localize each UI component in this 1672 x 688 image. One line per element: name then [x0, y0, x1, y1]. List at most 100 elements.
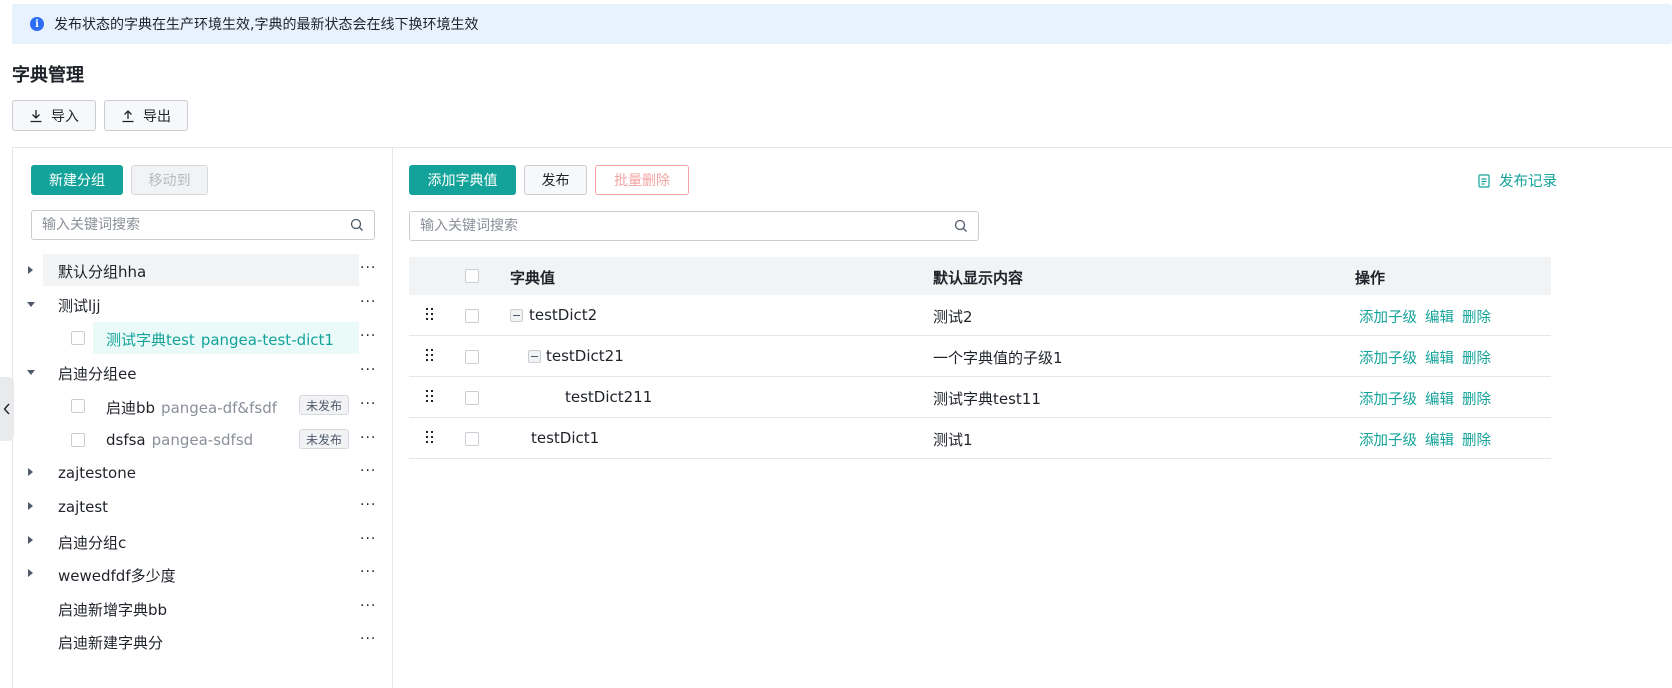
more-icon[interactable]: ··· [360, 260, 376, 276]
more-icon[interactable]: ··· [360, 294, 376, 310]
more-icon[interactable]: ··· [360, 497, 376, 513]
dictionary-frame: 新建分组 移动到 默认分组hha ··· 测试ljj ··· 测试字典test p… [12, 147, 1672, 688]
collapse-icon[interactable] [510, 309, 523, 322]
row-actions: 添加子级 编辑 删除 [1359, 429, 1491, 450]
dict-value: testDict211 [565, 388, 653, 406]
caret-down-icon[interactable] [27, 370, 35, 375]
dict-value: testDict21 [546, 347, 624, 365]
move-to-button[interactable]: 移动到 [131, 165, 208, 195]
display-content: 测试字典test11 [933, 390, 1041, 408]
delete-link[interactable]: 删除 [1462, 306, 1491, 327]
group-panel: 新建分组 移动到 默认分组hha ··· 测试ljj ··· 测试字典test p… [13, 148, 393, 688]
tree-group-label[interactable]: 启迪分组c [58, 532, 126, 553]
tree-dict-label: 测试字典test [106, 331, 195, 349]
row-checkbox[interactable] [465, 309, 479, 323]
value-search-input[interactable] [420, 218, 954, 234]
new-group-button[interactable]: 新建分组 [31, 165, 123, 195]
drag-handle-icon[interactable] [426, 308, 434, 322]
tree-dict-key: pangea-test-dict1 [200, 331, 334, 349]
collapse-icon[interactable] [528, 350, 541, 363]
tree-item-checkbox[interactable] [71, 331, 85, 345]
tree-group-label[interactable]: zajtest [58, 498, 108, 516]
tree-group-label[interactable]: 启迪分组ee [58, 363, 136, 384]
publish-log-link[interactable]: 发布记录 [1477, 170, 1557, 191]
more-icon[interactable]: ··· [360, 531, 376, 547]
tree-item-checkbox[interactable] [71, 399, 85, 413]
caret-right-icon[interactable] [28, 536, 33, 544]
edit-link[interactable]: 编辑 [1425, 306, 1454, 327]
add-child-link[interactable]: 添加子级 [1359, 429, 1417, 450]
publish-log-label: 发布记录 [1499, 174, 1557, 190]
group-search-input[interactable] [42, 217, 350, 233]
tree-group-label[interactable]: 启迪新增字典bb [58, 599, 167, 620]
more-icon[interactable]: ··· [360, 463, 376, 479]
drag-handle-icon[interactable] [426, 431, 434, 445]
edit-link[interactable]: 编辑 [1425, 388, 1454, 409]
page-title: 字典管理 [12, 65, 84, 86]
tree-dict-key: pangea-sdfsd [151, 431, 254, 449]
group-search-box[interactable] [31, 210, 375, 240]
row-checkbox[interactable] [465, 432, 479, 446]
column-header-ops: 操作 [1355, 269, 1386, 287]
drag-handle-icon[interactable] [426, 390, 434, 404]
tree-group-label[interactable]: wewedfdf多少度 [58, 565, 176, 586]
row-actions: 添加子级 编辑 删除 [1359, 347, 1491, 368]
display-content: 测试2 [933, 308, 973, 326]
tree-group-label[interactable]: zajtestone [58, 464, 136, 482]
more-icon[interactable]: ··· [360, 564, 376, 580]
delete-link[interactable]: 删除 [1462, 429, 1491, 450]
sidebar-collapse-tab[interactable] [0, 377, 14, 441]
caret-right-icon[interactable] [28, 266, 33, 274]
more-icon[interactable]: ··· [360, 631, 376, 647]
tree-group-label[interactable]: 默认分组hha [58, 261, 146, 282]
add-value-button[interactable]: 添加字典值 [409, 165, 516, 195]
caret-right-icon[interactable] [28, 569, 33, 577]
tree-group-label[interactable]: 测试ljj [58, 295, 101, 316]
row-actions: 添加子级 编辑 删除 [1359, 388, 1491, 409]
column-header-value: 字典值 [510, 269, 556, 287]
search-icon[interactable] [350, 218, 364, 232]
delete-link[interactable]: 删除 [1462, 388, 1491, 409]
edit-link[interactable]: 编辑 [1425, 429, 1454, 450]
add-child-link[interactable]: 添加子级 [1359, 306, 1417, 327]
tree-dict-item[interactable]: 启迪bb pangea-df&fsdf [106, 397, 277, 418]
column-header-display: 默认显示内容 [933, 269, 1024, 287]
add-child-link[interactable]: 添加子级 [1359, 347, 1417, 368]
table-row: testDict1 测试1 添加子级 编辑 删除 [409, 418, 1551, 459]
batch-delete-button[interactable]: 批量删除 [595, 165, 689, 195]
publish-button[interactable]: 发布 [524, 165, 587, 195]
chevron-left-icon [3, 403, 10, 415]
notice-text: 发布状态的字典在生产环境生效,字典的最新状态会在线下换环境生效 [54, 17, 479, 33]
tree-item-checkbox[interactable] [71, 433, 85, 447]
dict-value: testDict2 [529, 306, 598, 324]
row-checkbox[interactable] [465, 350, 479, 364]
more-icon[interactable]: ··· [360, 328, 376, 344]
row-actions: 添加子级 编辑 删除 [1359, 306, 1491, 327]
dict-values-panel: 添加字典值 发布 批量删除 发布记录 字典值 默认显示内容 操作 testDic… [393, 148, 1672, 688]
row-checkbox[interactable] [465, 391, 479, 405]
import-button[interactable]: 导入 [12, 100, 96, 131]
edit-link[interactable]: 编辑 [1425, 347, 1454, 368]
tree-dict-key: pangea-df&fsdf [161, 399, 278, 417]
display-content: 测试1 [933, 431, 973, 449]
search-icon[interactable] [954, 219, 968, 233]
more-icon[interactable]: ··· [360, 362, 376, 378]
value-search-box[interactable] [409, 211, 979, 241]
more-icon[interactable]: ··· [360, 430, 376, 446]
caret-down-icon[interactable] [27, 302, 35, 307]
tree-dict-item[interactable]: 测试字典test pangea-test-dict1 [106, 329, 334, 350]
table-row: testDict211 测试字典test11 添加子级 编辑 删除 [409, 377, 1551, 418]
display-content: 一个字典值的子级1 [933, 349, 1063, 367]
caret-right-icon[interactable] [28, 468, 33, 476]
drag-handle-icon[interactable] [426, 349, 434, 363]
tree-dict-item[interactable]: dsfsa pangea-sdfsd [106, 431, 253, 449]
caret-right-icon[interactable] [28, 502, 33, 510]
more-icon[interactable]: ··· [360, 396, 376, 412]
add-child-link[interactable]: 添加子级 [1359, 388, 1417, 409]
info-notice: i 发布状态的字典在生产环境生效,字典的最新状态会在线下换环境生效 [12, 4, 1672, 44]
select-all-checkbox[interactable] [465, 269, 479, 283]
export-button[interactable]: 导出 [104, 100, 188, 131]
more-icon[interactable]: ··· [360, 598, 376, 614]
delete-link[interactable]: 删除 [1462, 347, 1491, 368]
tree-group-label[interactable]: 启迪新建字典分 [58, 632, 163, 653]
